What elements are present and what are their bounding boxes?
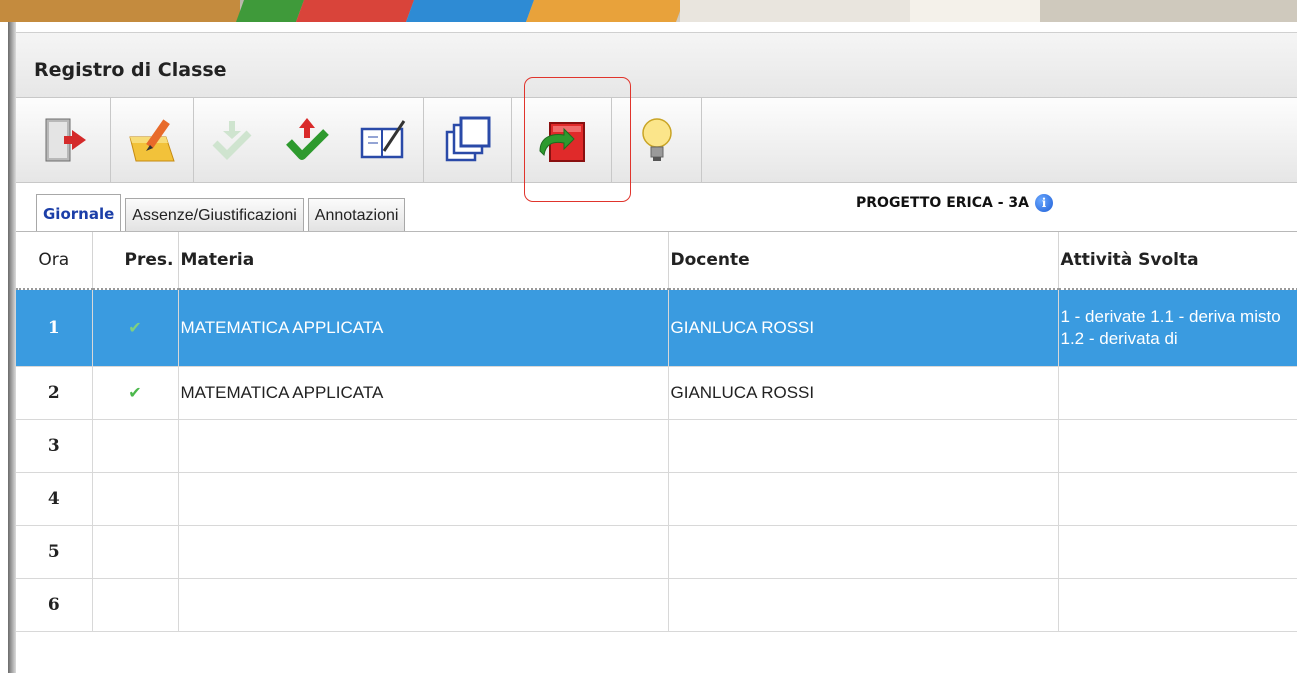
header-attivita[interactable]: Attività Svolta — [1058, 232, 1297, 290]
class-name: PROGETTO ERICA - 3A — [856, 195, 1029, 211]
stacked-windows-icon — [445, 116, 490, 162]
tab-annotazioni[interactable]: Annotazioni — [307, 198, 406, 232]
window-title: Registro di Classe — [34, 59, 227, 81]
cell-materia — [178, 472, 669, 526]
lightbulb-icon — [641, 118, 672, 161]
cell-pres — [92, 419, 179, 473]
cell-docente — [668, 578, 1059, 632]
book-pencil-icon — [360, 120, 405, 159]
cell-docente — [668, 419, 1059, 473]
cell-ora: 6 — [16, 578, 93, 632]
cell-materia — [178, 578, 669, 632]
table-header-row: Ora Pres. Materia Docente Attività Svolt… — [16, 232, 1297, 290]
redo-button[interactable] — [512, 98, 612, 182]
cell-docente: GIANLUCA ROSSI — [668, 289, 1059, 367]
class-label: PROGETTO ERICA - 3A i — [856, 194, 1053, 212]
table-row[interactable]: 5 — [16, 525, 1297, 579]
decorative-banner — [0, 0, 1297, 22]
cell-pres — [92, 472, 179, 526]
header-docente[interactable]: Docente — [668, 232, 1059, 290]
red-arrow-green-check-icon — [285, 118, 329, 160]
cell-ora: 1 — [16, 289, 93, 367]
edit-button[interactable] — [111, 98, 194, 182]
cell-attivita — [1058, 472, 1297, 526]
cell-materia — [178, 419, 669, 473]
table-row[interactable]: 2 ✔ MATEMATICA APPLICATA GIANLUCA ROSSI — [16, 366, 1297, 420]
table-row[interactable]: 6 — [16, 578, 1297, 632]
copy-windows-button[interactable] — [424, 98, 512, 182]
upload-check-button[interactable] — [269, 98, 344, 182]
cell-materia — [178, 525, 669, 579]
cell-docente: GIANLUCA ROSSI — [668, 366, 1059, 420]
tab-assenze-giustificazioni[interactable]: Assenze/Giustificazioni — [125, 198, 304, 232]
cell-pres — [92, 525, 179, 579]
cell-ora: 5 — [16, 525, 93, 579]
registro-window: Registro di Classe PROGETTO ERICA - 3A i… — [16, 22, 1297, 673]
cell-docente — [668, 525, 1059, 579]
tab-giornale[interactable]: Giornale — [36, 194, 122, 232]
cell-attivita — [1058, 578, 1297, 632]
cell-ora: 4 — [16, 472, 93, 526]
cell-attivita — [1058, 366, 1297, 420]
table-row[interactable]: 3 — [16, 419, 1297, 473]
book-edit-button[interactable] — [344, 98, 424, 182]
cell-materia: MATEMATICA APPLICATA — [178, 289, 669, 367]
tab-bar: Giornale Assenze/Giustificazioni Annotaz… — [36, 194, 406, 232]
disabled-download-check-icon — [212, 121, 251, 160]
red-box-green-arrow-icon — [538, 122, 585, 162]
cell-attivita: 1 - derivate 1.1 - deriva misto 1.2 - de… — [1058, 289, 1297, 367]
pencil-notepad-icon — [129, 119, 175, 162]
header-materia[interactable]: Materia — [178, 232, 669, 290]
lessons-table: Ora Pres. Materia Docente Attività Svolt… — [16, 231, 1297, 632]
cell-pres — [92, 578, 179, 632]
presence-check-icon: ✔ — [92, 366, 179, 420]
exit-button[interactable] — [16, 98, 111, 182]
table-row[interactable]: 4 — [16, 472, 1297, 526]
header-ora[interactable]: Ora — [16, 232, 93, 290]
cell-attivita — [1058, 525, 1297, 579]
cell-materia: MATEMATICA APPLICATA — [178, 366, 669, 420]
info-icon[interactable]: i — [1035, 194, 1053, 212]
hint-button[interactable] — [612, 98, 702, 182]
toolbar: PROGETTO ERICA - 3A i — [16, 97, 1297, 212]
cell-docente — [668, 472, 1059, 526]
presence-check-icon: ✔ — [92, 289, 179, 367]
cell-ora: 2 — [16, 366, 93, 420]
exit-door-icon — [45, 118, 86, 162]
cell-ora: 3 — [16, 419, 93, 473]
table-row[interactable]: 1 ✔ MATEMATICA APPLICATA GIANLUCA ROSSI … — [16, 289, 1297, 367]
header-pres[interactable]: Pres. — [92, 232, 179, 290]
download-check-button[interactable] — [194, 98, 269, 182]
cell-attivita — [1058, 419, 1297, 473]
window-frame-edge — [8, 22, 16, 673]
